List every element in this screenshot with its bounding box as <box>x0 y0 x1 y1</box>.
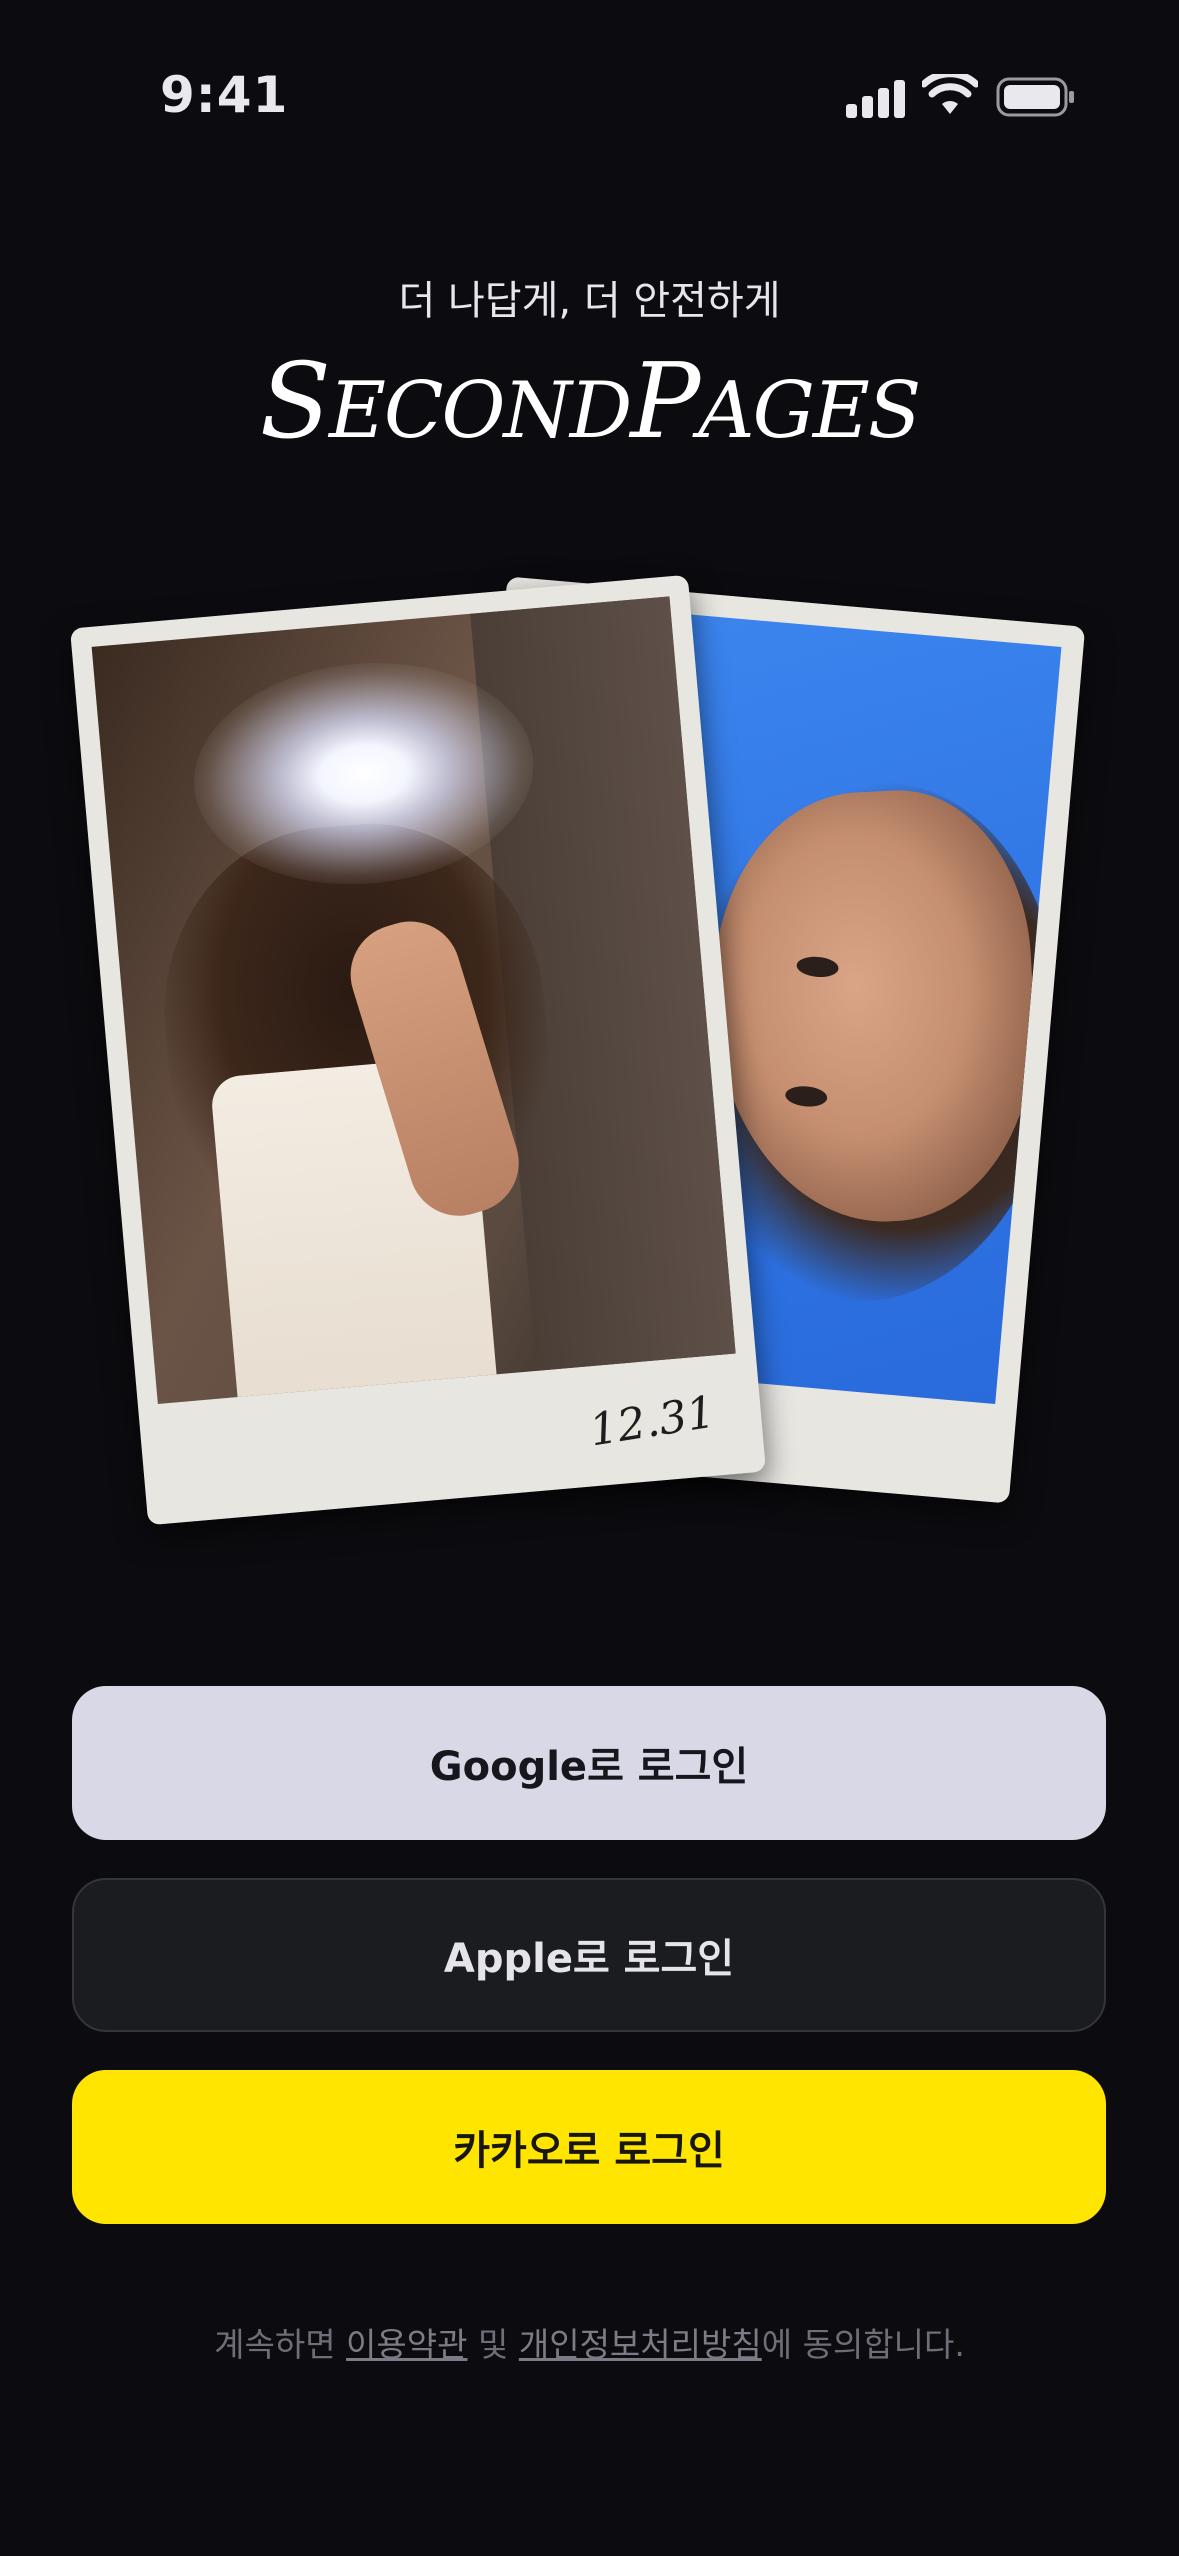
polaroid-date: 12.31 <box>586 1386 719 1457</box>
kakao-login-button[interactable]: 카카오로 로그인 <box>72 2070 1106 2224</box>
wifi-icon <box>922 74 978 114</box>
mirror-selfie-photo <box>91 596 736 1405</box>
app-logo: SECONDPAGES <box>0 340 1179 462</box>
terms-link[interactable]: 이용약관 <box>346 2325 467 2364</box>
status-time: 9:41 <box>160 66 289 124</box>
terms-prefix: 계속하면 <box>214 2325 347 2364</box>
logo-letters: AGES <box>698 366 921 456</box>
battery-icon <box>996 77 1074 117</box>
logo-letter: P <box>630 340 700 462</box>
tagline: 더 나답게, 더 안전하게 <box>398 278 781 324</box>
logo-letter: S <box>259 340 331 462</box>
logo-letters: ECOND <box>328 366 632 456</box>
polaroid-front: 12.31 <box>69 574 767 1526</box>
google-login-button[interactable]: Google로 로그인 <box>72 1686 1106 1840</box>
cellular-signal-icon <box>846 78 906 118</box>
privacy-policy-link[interactable]: 개인정보처리방침 <box>519 2325 762 2364</box>
apple-login-button[interactable]: Apple로 로그인 <box>72 1878 1106 2032</box>
terms-suffix: 에 동의합니다. <box>761 2325 965 2364</box>
terms-and: 및 <box>467 2325 519 2364</box>
terms-notice: 계속하면 이용약관 및 개인정보처리방침에 동의합니다. <box>0 2318 1179 2366</box>
status-bar: 9:41 <box>0 0 1179 200</box>
